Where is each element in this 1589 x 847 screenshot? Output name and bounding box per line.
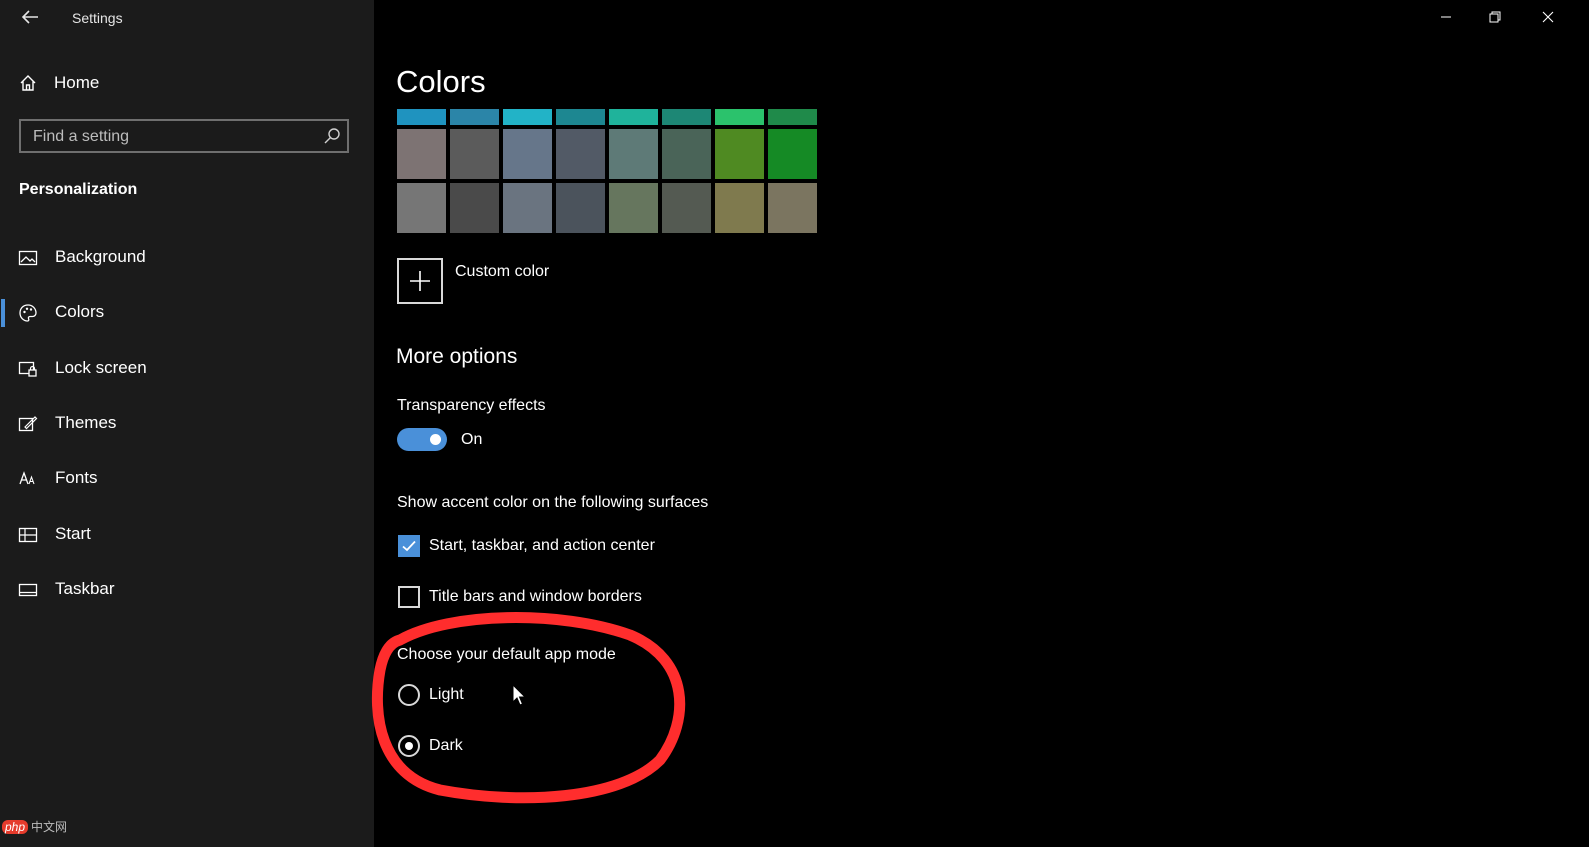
sidebar-item-label: Taskbar — [55, 579, 115, 598]
transparency-label: Transparency effects — [397, 397, 546, 414]
search-icon[interactable] — [323, 127, 341, 145]
sidebar: Settings Home Personalization Background… — [0, 0, 374, 847]
themes-icon — [18, 416, 38, 432]
light-mode-label[interactable]: Light — [429, 686, 464, 704]
color-swatch[interactable] — [556, 129, 605, 179]
sidebar-item-start[interactable]: Start — [0, 513, 374, 557]
lock-screen-icon — [18, 361, 37, 377]
color-swatch[interactable] — [397, 129, 446, 179]
sidebar-item-label: Start — [55, 524, 91, 543]
custom-color-label[interactable]: Custom color — [455, 263, 549, 281]
mouse-cursor-icon — [512, 684, 527, 706]
color-swatch[interactable] — [450, 183, 499, 233]
radio-dot — [405, 742, 413, 750]
color-swatch[interactable] — [662, 183, 711, 233]
image-icon — [18, 250, 38, 266]
watermark-brand: php — [2, 820, 29, 834]
home-label: Home — [54, 73, 100, 92]
color-swatch[interactable] — [768, 183, 817, 233]
search-input[interactable] — [31, 121, 315, 153]
color-swatch[interactable] — [503, 183, 552, 233]
title-bars-label[interactable]: Title bars and window borders — [429, 588, 642, 606]
app-title: Settings — [72, 10, 123, 26]
start-icon — [18, 527, 38, 543]
section-heading: Personalization — [19, 181, 138, 198]
sidebar-item-taskbar[interactable]: Taskbar — [0, 568, 374, 612]
close-button[interactable] — [1534, 6, 1562, 28]
search-box[interactable] — [19, 119, 349, 153]
color-swatch[interactable] — [609, 183, 658, 233]
taskbar-icon — [18, 583, 38, 597]
sidebar-item-label: Fonts — [55, 468, 98, 487]
sidebar-item-background[interactable]: Background — [0, 236, 374, 280]
color-swatch[interactable] — [450, 109, 499, 125]
color-swatch[interactable] — [450, 129, 499, 179]
more-options-heading: More options — [396, 345, 518, 368]
sidebar-item-lock-screen[interactable]: Lock screen — [0, 347, 374, 391]
watermark: php 中文网 — [2, 818, 67, 835]
sidebar-item-colors[interactable]: Colors — [0, 291, 374, 335]
sidebar-item-themes[interactable]: Themes — [0, 402, 374, 446]
dark-mode-radio[interactable] — [398, 735, 420, 757]
close-icon — [1542, 11, 1554, 23]
color-swatch[interactable] — [662, 129, 711, 179]
restore-icon — [1489, 11, 1501, 23]
color-swatch[interactable] — [556, 109, 605, 125]
accent-surfaces-label: Show accent color on the following surfa… — [397, 494, 709, 511]
palette-icon — [19, 304, 37, 322]
color-swatch[interactable] — [609, 109, 658, 125]
start-taskbar-label[interactable]: Start, taskbar, and action center — [429, 537, 655, 555]
start-taskbar-checkbox[interactable] — [398, 535, 420, 557]
home-icon — [20, 75, 36, 91]
color-swatch[interactable] — [503, 129, 552, 179]
back-arrow-icon — [21, 10, 38, 24]
app-mode-label: Choose your default app mode — [397, 646, 616, 663]
back-button[interactable] — [18, 6, 42, 28]
color-swatch[interactable] — [397, 183, 446, 233]
color-swatch-grid — [397, 109, 822, 233]
titlebar-left: Settings — [0, 0, 374, 36]
sidebar-item-label: Colors — [55, 302, 105, 321]
color-swatch[interactable] — [768, 109, 817, 125]
color-swatch[interactable] — [715, 183, 764, 233]
sidebar-item-home[interactable]: Home — [18, 70, 99, 96]
color-swatch[interactable] — [609, 129, 658, 179]
color-swatch[interactable] — [715, 129, 764, 179]
sidebar-item-fonts[interactable]: Fonts — [0, 457, 374, 501]
fonts-icon — [19, 471, 35, 485]
restore-button[interactable] — [1481, 6, 1509, 28]
color-swatch[interactable] — [768, 129, 817, 179]
color-swatch[interactable] — [503, 109, 552, 125]
sidebar-item-label: Themes — [55, 413, 117, 432]
sidebar-item-label: Background — [55, 247, 146, 266]
page-title: Colors — [396, 64, 486, 99]
color-swatch[interactable] — [397, 109, 446, 125]
transparency-toggle[interactable] — [397, 428, 447, 451]
minimize-button[interactable] — [1432, 6, 1460, 28]
color-swatch[interactable] — [662, 109, 711, 125]
dark-mode-label[interactable]: Dark — [429, 737, 463, 755]
sidebar-item-label: Lock screen — [55, 358, 147, 377]
minimize-icon — [1441, 16, 1451, 18]
plus-icon — [410, 271, 430, 291]
transparency-state: On — [461, 431, 483, 448]
light-mode-radio[interactable] — [398, 684, 420, 706]
watermark-text: 中文网 — [31, 820, 68, 834]
title-bars-checkbox[interactable] — [398, 586, 420, 608]
main-panel: Colors Custom color More options Transpa… — [374, 0, 1589, 847]
custom-color-button[interactable] — [397, 258, 443, 304]
color-swatch[interactable] — [715, 109, 764, 125]
toggle-knob — [430, 434, 441, 445]
checkmark-icon — [402, 540, 416, 552]
color-swatch[interactable] — [556, 183, 605, 233]
